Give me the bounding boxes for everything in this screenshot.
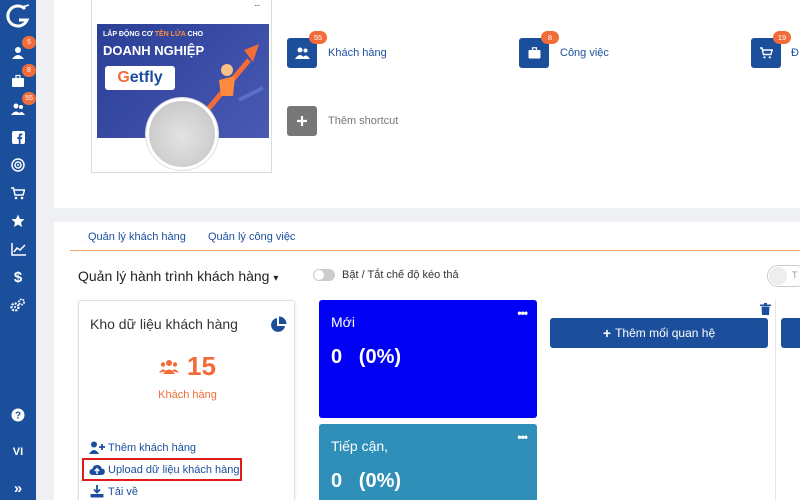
avatar[interactable] (146, 98, 218, 170)
sidebar-item-tasks[interactable]: 8 (6, 64, 36, 92)
trash-icon[interactable] (760, 303, 771, 315)
plus-icon (287, 106, 317, 136)
user-plus-icon (89, 441, 105, 454)
card-title: Kho dữ liệu khách hàng (90, 316, 238, 332)
sidebar-item-customers[interactable]: 5 (6, 36, 36, 64)
sidebar-badge: 8 (22, 64, 36, 77)
cart-icon (11, 187, 25, 200)
stage-value: 0 (0%) (331, 346, 402, 368)
target-icon (11, 158, 25, 172)
getfly-brand-logo: Getfly (105, 66, 175, 90)
add-customer-link[interactable]: Thêm khách hàng (89, 441, 196, 454)
more-icon[interactable]: ••• (517, 430, 528, 444)
count-value: 15 (187, 351, 216, 381)
shortcut-badge: 55 (309, 31, 327, 44)
language-switcher[interactable]: VI (0, 446, 36, 458)
sidebar-item-help[interactable]: ? (6, 404, 30, 426)
add-shortcut-button[interactable]: Thêm shortcut (287, 106, 398, 136)
sidebar-item-settings[interactable] (6, 294, 30, 316)
pie-chart-icon[interactable] (269, 316, 287, 334)
profile-menu-icon[interactable]: ... (254, 0, 260, 9)
add-relationship-label: Thêm mối quan hệ (615, 326, 716, 340)
banner-tagline-part: LẮP ĐỘNG CƠ (103, 31, 155, 38)
stage-name: Tiếp cận, (331, 438, 389, 454)
sidebar-badge: 55 (22, 92, 36, 105)
add-relationship-button[interactable]: + Thêm mối quan hệ (550, 318, 768, 348)
download-icon (90, 485, 104, 498)
drag-mode-label: Bật / Tắt chế độ kéo thả (342, 269, 459, 281)
sidebar-item-favorites[interactable] (6, 210, 30, 232)
more-icon[interactable]: ••• (517, 306, 528, 320)
add-relationship-button-2[interactable] (781, 318, 800, 348)
caret-down-icon: ▾ (273, 273, 279, 284)
shortcut-label: Công việc (560, 47, 609, 59)
stage-name: Mới (331, 314, 355, 330)
chart-line-icon (10, 242, 26, 256)
sidebar-expand-button[interactable]: » (6, 477, 30, 499)
sidebar-item-campaign[interactable] (6, 154, 30, 176)
shortcut-label: Thêm shortcut (328, 115, 399, 127)
banner-tagline: LẮP ĐỘNG CƠ TÊN LỬA CHO (103, 31, 203, 38)
journey-dropdown[interactable]: Quản lý hành trình khách hàng ▾ (78, 268, 278, 284)
link-label: Tải về (108, 485, 138, 498)
sidebar-item-reports[interactable] (6, 238, 30, 260)
svg-text:?: ? (15, 411, 21, 422)
sidebar-badge: 5 (22, 36, 36, 49)
users-icon (11, 103, 25, 115)
banner-tagline-part: CHO (185, 31, 204, 38)
download-link[interactable]: Tải về (89, 485, 138, 498)
banner-tagline-highlight: TÊN LỬA (154, 31, 186, 38)
customer-count: 15 (79, 351, 296, 382)
view-toggle-label: T (792, 270, 798, 280)
journey-title: Quản lý hành trình khách hàng (78, 268, 270, 284)
stage-card-approach[interactable]: ••• Tiếp cận, 0 (0%) (319, 424, 537, 500)
shortcut-badge: 8 (541, 31, 559, 44)
shortcut-label: Đ (791, 47, 799, 59)
sidebar-item-facebook[interactable] (6, 126, 30, 148)
column-divider (775, 300, 776, 500)
double-chevron-right-icon: » (13, 479, 23, 497)
highlight-box (82, 458, 242, 481)
sidebar-item-contacts[interactable]: 55 (6, 92, 36, 120)
dollar-icon: $ (13, 268, 23, 286)
shortcut-customers[interactable]: 55 Khách hàng (287, 31, 387, 68)
shortcut-orders[interactable]: 19 Đ (751, 31, 799, 68)
brand-logo-text: etfly (129, 69, 163, 86)
star-icon (11, 214, 25, 227)
plus-icon: + (602, 325, 612, 341)
tab-customer-management[interactable]: Quản lý khách hàng (88, 231, 186, 243)
stage-value: 0 (0%) (331, 470, 402, 492)
drag-mode-toggle[interactable] (313, 269, 335, 281)
shortcut-tasks[interactable]: 8 Công việc (519, 31, 609, 68)
sidebar: 5 8 55 $ ? VI » (0, 0, 36, 500)
tab-bar: Quản lý khách hàng Quản lý công việc (70, 222, 800, 251)
link-label: Thêm khách hàng (108, 441, 197, 454)
sidebar-item-orders[interactable] (6, 182, 30, 204)
sidebar-item-finance[interactable]: $ (6, 266, 30, 288)
cart-icon: 19 (751, 31, 791, 68)
brand-logo-letter: G (117, 69, 130, 86)
cogs-icon (10, 298, 25, 312)
help-icon: ? (11, 408, 25, 422)
shortcut-badge: 19 (773, 31, 791, 44)
shortcut-label: Khách hàng (328, 47, 387, 59)
briefcase-icon: 8 (519, 31, 559, 68)
tab-task-management[interactable]: Quản lý công việc (208, 231, 295, 243)
stage-card-new[interactable]: ••• Mới 0 (0%) (319, 300, 537, 418)
users-icon: 55 (287, 31, 327, 68)
getfly-logo-icon[interactable] (5, 4, 31, 30)
briefcase-icon (12, 74, 24, 87)
user-icon (12, 47, 24, 59)
count-label: Khách hàng (158, 389, 217, 401)
users-icon (159, 359, 180, 374)
facebook-icon (11, 130, 25, 144)
